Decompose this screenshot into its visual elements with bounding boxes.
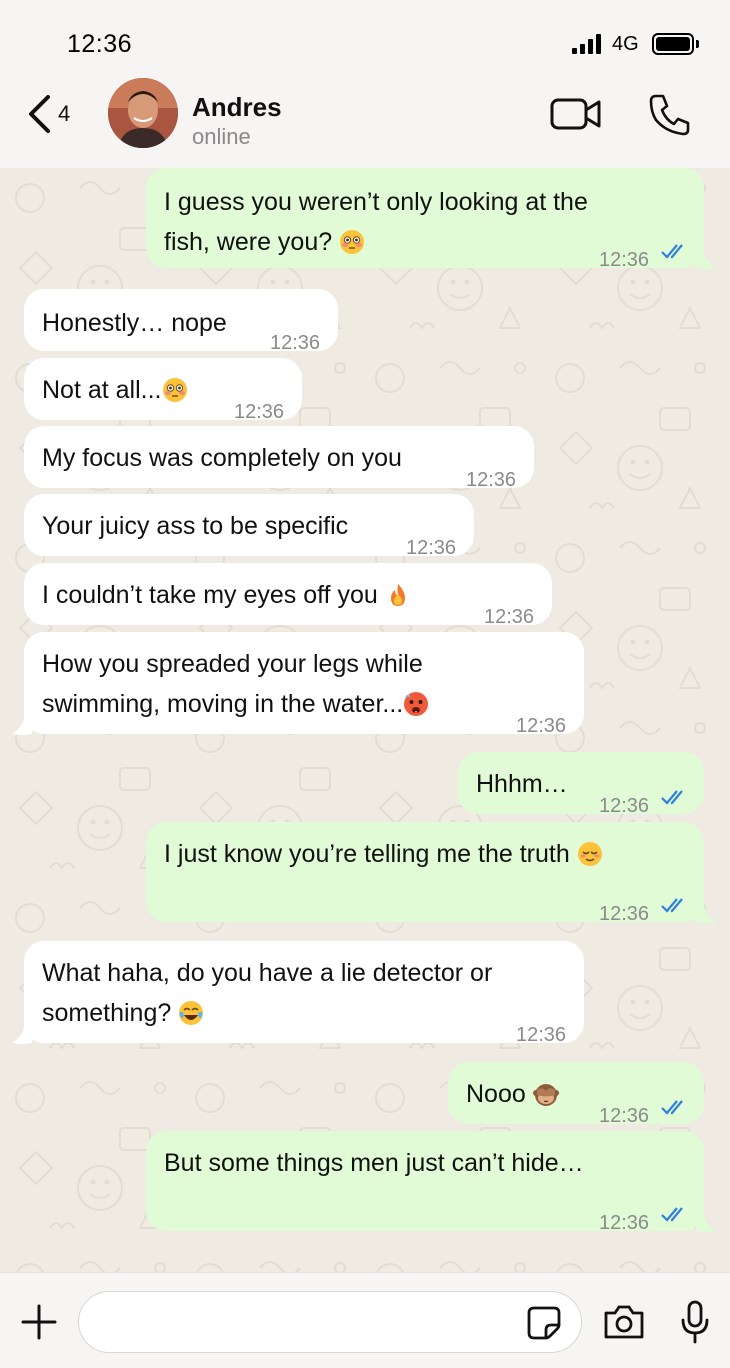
message-text: I couldn’t take my eyes off you <box>42 575 411 615</box>
flushed-face-icon <box>340 230 365 254</box>
camera-icon <box>604 1305 644 1339</box>
message-text: Not at all... <box>42 370 188 410</box>
message-incoming[interactable]: How you spreaded your legs while swimming… <box>24 632 584 737</box>
network-label: 4G <box>612 33 639 55</box>
message-outgoing[interactable]: Nooo 12:36 <box>448 1062 704 1127</box>
bubble-tail <box>696 1213 716 1232</box>
bubble-tail <box>696 904 716 923</box>
message-incoming[interactable]: What haha, do you have a lie detector or… <box>24 941 584 1046</box>
relieved-face-icon <box>577 842 602 866</box>
message-input[interactable] <box>99 1304 519 1342</box>
battery-icon <box>652 33 694 55</box>
message-incoming[interactable]: Honestly… nope 12:36 <box>24 289 338 354</box>
video-camera-icon <box>550 98 601 130</box>
signal-icon <box>572 34 606 54</box>
chevron-left-icon <box>29 95 50 133</box>
read-ticks-icon <box>661 790 683 805</box>
contact-name[interactable]: Andres <box>192 92 282 123</box>
tears-of-joy-icon <box>179 1001 204 1025</box>
bubble-tail <box>696 250 716 269</box>
message-text: How you spreaded your legs while swimming… <box>42 644 429 724</box>
message-incoming[interactable]: Not at all... 12:36 <box>24 358 302 423</box>
unread-count: 4 <box>58 101 71 126</box>
fire-icon <box>390 584 405 606</box>
read-ticks-icon <box>661 1100 683 1115</box>
flushed-face-icon <box>162 378 187 402</box>
message-text: But some things men just can’t hide… <box>164 1149 584 1177</box>
chat-header: 4 Andres online <box>0 78 730 168</box>
read-ticks-icon <box>661 898 683 913</box>
message-time: 12:36 <box>599 1105 650 1127</box>
voice-message-button[interactable] <box>680 1299 710 1345</box>
contact-status: online <box>192 124 251 149</box>
message-input-container[interactable] <box>78 1291 582 1353</box>
battery-tip <box>696 40 699 48</box>
attach-button[interactable] <box>20 1303 58 1341</box>
status-time: 12:36 <box>67 30 133 58</box>
message-text: Your juicy ass to be specific <box>42 512 349 540</box>
sticker-icon <box>527 1306 561 1340</box>
message-incoming[interactable]: My focus was completely on you 12:36 <box>24 426 534 491</box>
plus-icon <box>21 1304 57 1340</box>
bubble-tail <box>12 1025 32 1044</box>
sticker-button[interactable] <box>526 1305 562 1341</box>
message-time: 12:36 <box>599 249 650 271</box>
chat-area[interactable]: I guess you weren’t only looking at the f… <box>0 168 730 1272</box>
message-time: 12:36 <box>406 537 457 559</box>
camera-button[interactable] <box>602 1303 646 1341</box>
message-text: My focus was completely on you <box>42 444 402 472</box>
message-text: Hhhm… <box>476 770 568 798</box>
message-time: 12:36 <box>599 795 650 817</box>
message-time: 12:36 <box>516 715 567 737</box>
message-incoming[interactable]: I couldn’t take my eyes off you 12:36 <box>24 563 552 628</box>
phone-icon <box>649 94 690 136</box>
read-ticks-icon <box>661 244 683 259</box>
back-button[interactable]: 4 <box>26 92 86 136</box>
microphone-icon <box>681 1300 709 1344</box>
message-outgoing[interactable]: Hhhm… 12:36 <box>458 752 704 817</box>
message-text: Nooo <box>466 1074 559 1114</box>
message-text: I guess you weren’t only looking at the f… <box>164 188 588 256</box>
message-outgoing[interactable]: But some things men just can’t hide… 12:… <box>146 1131 704 1234</box>
message-text: Honestly… nope <box>42 309 227 337</box>
avatar[interactable] <box>108 78 178 148</box>
message-text: I just know you’re telling me the truth <box>164 834 603 874</box>
composer-bar <box>0 1272 730 1368</box>
status-bar: 12:36 4G <box>0 0 730 78</box>
message-incoming[interactable]: Your juicy ass to be specific 12:36 <box>24 494 474 559</box>
voice-call-button[interactable] <box>648 92 692 136</box>
message-time: 12:36 <box>484 606 535 628</box>
bubble-tail <box>12 716 32 735</box>
message-outgoing[interactable]: I guess you weren’t only looking at the f… <box>146 168 704 271</box>
message-text: What haha, do you have a lie detector or… <box>42 959 493 1027</box>
message-time: 12:36 <box>516 1024 567 1046</box>
message-time: 12:36 <box>270 332 321 354</box>
message-time: 12:36 <box>599 1212 650 1234</box>
see-no-evil-monkey-icon <box>532 1084 559 1106</box>
message-time: 12:36 <box>466 469 517 491</box>
video-call-button[interactable] <box>550 96 602 132</box>
message-outgoing[interactable]: I just know you’re telling me the truth … <box>146 822 704 925</box>
message-time: 12:36 <box>599 903 650 925</box>
hot-face-icon <box>404 692 429 716</box>
read-ticks-icon <box>661 1207 683 1222</box>
